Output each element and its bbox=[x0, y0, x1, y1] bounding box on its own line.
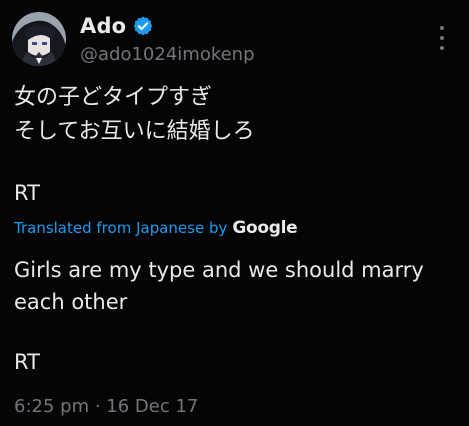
tweet-original-text: 女の子どタイプすぎ そしてお互いに結婚しろ bbox=[14, 85, 255, 144]
tweet-translated-text: Girls are my type and we should marry ea… bbox=[14, 258, 424, 314]
translation-attribution[interactable]: Translated from Japanese by Google bbox=[14, 218, 298, 238]
translation-prefix: Translated from Japanese by bbox=[14, 219, 228, 237]
user-handle[interactable]: @ado1024imokenp bbox=[80, 44, 255, 65]
author-name-row: Ado bbox=[80, 14, 154, 38]
dot bbox=[440, 46, 444, 50]
dot bbox=[440, 36, 444, 40]
tweet-card: Ado @ado1024imokenp 女の子どタイプすぎ そしてお互いに結婚し… bbox=[0, 0, 469, 426]
profile-avatar[interactable] bbox=[12, 12, 66, 66]
tweet-timestamp[interactable]: 6:25 pm · 16 Dec 17 bbox=[14, 396, 198, 417]
verified-badge-icon bbox=[133, 16, 153, 36]
google-logo: Google bbox=[232, 218, 298, 238]
tweet-original-rt: RT bbox=[14, 181, 40, 205]
avatar-image bbox=[12, 12, 66, 66]
more-options-icon[interactable] bbox=[434, 26, 450, 50]
dot bbox=[440, 26, 444, 30]
tweet-translated-rt: RT bbox=[14, 350, 40, 374]
display-name[interactable]: Ado bbox=[80, 14, 126, 38]
